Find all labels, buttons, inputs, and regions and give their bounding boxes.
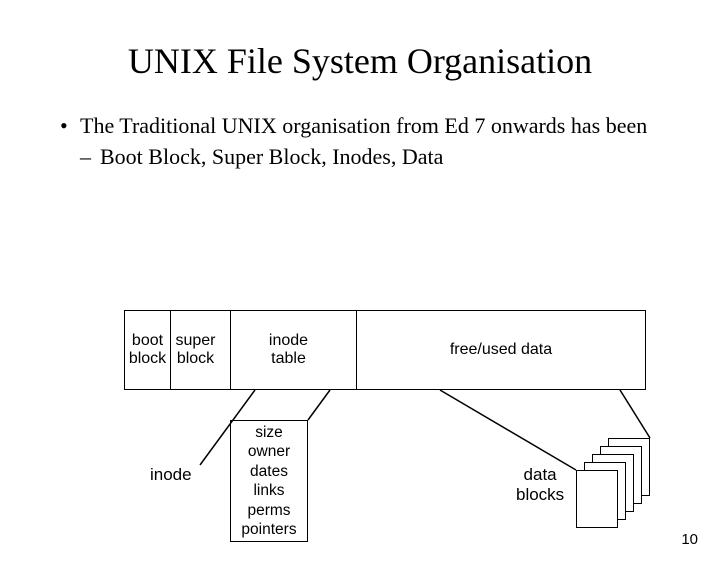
inode-field: size bbox=[231, 423, 307, 442]
gap-cell-1 bbox=[220, 310, 230, 390]
inode-field: owner bbox=[231, 442, 307, 461]
bullet-list: The Traditional UNIX organisation from E… bbox=[60, 112, 660, 171]
page-title: UNIX File System Organisation bbox=[0, 40, 720, 82]
inode-field: links bbox=[231, 481, 307, 500]
data-blocks-label: datablocks bbox=[516, 465, 564, 504]
inode-field: pointers bbox=[231, 520, 307, 539]
boot-block-cell: bootblock bbox=[124, 310, 170, 390]
gap-cell-2 bbox=[346, 310, 356, 390]
super-block-cell: superblock bbox=[170, 310, 220, 390]
inode-table-cell: inodetable bbox=[230, 310, 346, 390]
inode-field: dates bbox=[231, 462, 307, 481]
disk-layout-row: bootblock superblock inodetable free/use… bbox=[124, 310, 646, 390]
inode-label: inode bbox=[150, 465, 192, 485]
bullet-sub: Boot Block, Super Block, Inodes, Data bbox=[60, 143, 660, 172]
inode-fields-box: size owner dates links perms pointers bbox=[230, 420, 308, 542]
free-used-data-cell: free/used data bbox=[356, 310, 646, 390]
inode-field: perms bbox=[231, 501, 307, 520]
bullet-main: The Traditional UNIX organisation from E… bbox=[60, 112, 660, 141]
data-block-box bbox=[576, 470, 618, 528]
